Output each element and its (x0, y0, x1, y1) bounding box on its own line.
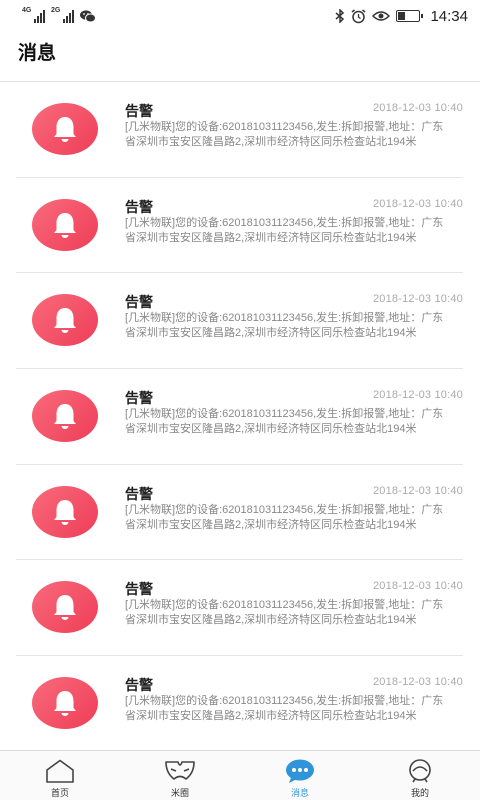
home-icon (46, 759, 74, 783)
message-title: 告警 (125, 103, 153, 119)
list-item[interactable]: 告警 2018-12-03 10:40 [几米物联]您的设备:620181031… (16, 82, 463, 178)
alarm-bell-icon (32, 390, 98, 443)
list-item[interactable]: 告警 2018-12-03 10:40 [几米物联]您的设备:620181031… (16, 369, 463, 465)
nav-label-home: 首页 (50, 788, 69, 798)
nav-item-mi-circle[interactable]: 米圈 (120, 751, 240, 800)
message-time: 2018-12-03 10:40 (372, 197, 463, 210)
nav-item-messages[interactable]: 消息 (240, 751, 360, 800)
list-item[interactable]: 告警 2018-12-03 10:40 [几米物联]您的设备:620181031… (16, 465, 463, 561)
alarm-bell-icon (32, 294, 98, 347)
message-body: [几米物联]您的设备:620181031123456,发生:拆卸报警,地址：广东… (125, 312, 444, 340)
status-time: 14:34 (430, 7, 468, 25)
list-item[interactable]: 告警 2018-12-03 10:40 [几米物联]您的设备:620181031… (16, 178, 463, 274)
nav-item-profile[interactable]: 我的 (360, 751, 480, 800)
nav-label-messages: 消息 (290, 788, 309, 798)
nav-item-home[interactable]: 首页 (0, 751, 120, 800)
page-title: 消息 (18, 43, 57, 64)
header: 消息 (0, 32, 480, 82)
message-title: 告警 (125, 677, 153, 694)
message-title: 告警 (125, 294, 153, 311)
sim2-network-label: 2G (51, 7, 61, 14)
alarm-bell-icon (32, 485, 98, 538)
message-body: [几米物联]您的设备:620181031123456,发生:拆卸报警,地址：广东… (125, 408, 444, 436)
wechat-icon (80, 9, 96, 22)
status-right: 14:34 (335, 8, 468, 25)
message-time: 2018-12-03 10:40 (372, 580, 463, 593)
message-time: 2018-12-03 10:40 (372, 102, 463, 114)
signal-icon-sim1: 4G (22, 7, 45, 23)
list-item[interactable]: 告警 2018-12-03 10:40 [几米物联]您的设备:620181031… (16, 560, 463, 657)
bluetooth-icon (335, 9, 345, 23)
message-title: 告警 (125, 581, 153, 598)
message-title: 告警 (125, 198, 153, 215)
message-time: 2018-12-03 10:40 (372, 389, 463, 402)
chat-bubble-icon (286, 759, 314, 783)
message-time: 2018-12-03 10:40 (372, 293, 463, 306)
alarm-bell-icon (32, 677, 98, 730)
alarm-bell-icon (32, 198, 98, 251)
profile-icon (409, 759, 431, 783)
message-body: [几米物联]您的设备:620181031123456,发生:拆卸报警,地址：广东… (125, 121, 444, 148)
message-body: [几米物联]您的设备:620181031123456,发生:拆卸报警,地址：广东… (125, 216, 444, 244)
alarm-bell-icon (32, 103, 98, 155)
status-bar: 4G 2G 14:34 (0, 0, 480, 32)
bottom-nav: 首页 米圈 消息 我的 (0, 750, 480, 800)
message-time: 2018-12-03 10:40 (372, 676, 463, 689)
signal-icon-sim2: 2G (51, 7, 74, 23)
message-body: [几米物联]您的设备:620181031123456,发生:拆卸报警,地址：广东… (125, 503, 444, 531)
eye-comfort-icon (372, 11, 391, 21)
message-time: 2018-12-03 10:40 (372, 484, 463, 497)
message-title: 告警 (125, 390, 153, 407)
alarm-clock-icon (351, 8, 366, 23)
list-item[interactable]: 告警 2018-12-03 10:40 [几米物联]您的设备:620181031… (16, 656, 463, 750)
nav-label-mi-circle: 米圈 (170, 788, 189, 798)
status-left: 4G 2G (22, 7, 96, 23)
sim1-network-label: 4G (22, 7, 32, 14)
mask-icon (165, 761, 195, 780)
message-list[interactable]: 告警 2018-12-03 10:40 [几米物联]您的设备:620181031… (0, 82, 480, 750)
alarm-bell-icon (32, 581, 98, 634)
message-body: [几米物联]您的设备:620181031123456,发生:拆卸报警,地址：广东… (125, 695, 444, 723)
list-item[interactable]: 告警 2018-12-03 10:40 [几米物联]您的设备:620181031… (16, 273, 463, 370)
battery-icon (396, 10, 424, 22)
nav-label-profile: 我的 (410, 788, 429, 798)
message-title: 告警 (125, 485, 153, 502)
message-body: [几米物联]您的设备:620181031123456,发生:拆卸报警,地址：广东… (125, 599, 444, 627)
